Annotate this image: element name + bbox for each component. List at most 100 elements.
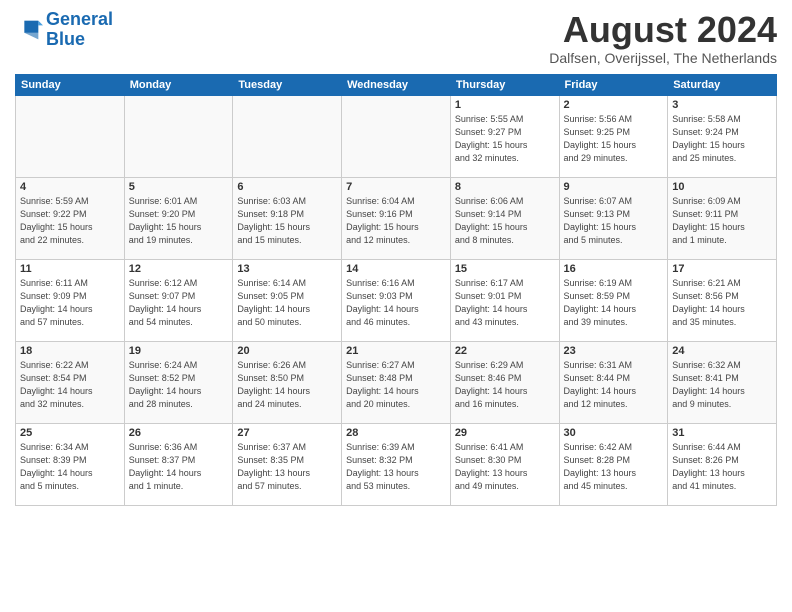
day-number: 6 [237, 181, 337, 193]
day-info: Sunrise: 5:58 AM Sunset: 9:24 PM Dayligh… [672, 113, 772, 165]
logo: General Blue [15, 10, 113, 50]
day-info: Sunrise: 6:19 AM Sunset: 8:59 PM Dayligh… [564, 277, 664, 329]
day-number: 19 [129, 345, 229, 357]
calendar-cell: 27Sunrise: 6:37 AM Sunset: 8:35 PM Dayli… [233, 423, 342, 505]
day-info: Sunrise: 6:22 AM Sunset: 8:54 PM Dayligh… [20, 359, 120, 411]
day-number: 3 [672, 99, 772, 111]
calendar-week-1: 1Sunrise: 5:55 AM Sunset: 9:27 PM Daylig… [16, 95, 777, 177]
calendar-cell: 19 Sunrise: 6:24 AM Sunset: 8:52 PM Dayli… [124, 341, 233, 423]
day-number: 5 [129, 181, 229, 193]
logo-blue: Blue [46, 29, 85, 49]
day-number: 23 [564, 345, 664, 357]
calendar-cell: 15 Sunrise: 6:17 AM Sunset: 9:01 PM Dayli… [450, 259, 559, 341]
page: General Blue August 2024 Dalfsen, Overij… [0, 0, 792, 612]
day-info: Sunrise: 5:55 AM Sunset: 9:27 PM Dayligh… [455, 113, 555, 165]
day-number: 11 [20, 263, 120, 275]
day-info: Sunrise: 5:56 AM Sunset: 9:25 PM Dayligh… [564, 113, 664, 165]
day-number: 12 [129, 263, 229, 275]
calendar-cell: 9 Sunrise: 6:07 AM Sunset: 9:13 PM Daylig… [559, 177, 668, 259]
calendar-cell: 22Sunrise: 6:29 AM Sunset: 8:46 PM Dayli… [450, 341, 559, 423]
calendar-cell: 29 Sunrise: 6:41 AM Sunset: 8:30 PM Dayli… [450, 423, 559, 505]
calendar-week-4: 18Sunrise: 6:22 AM Sunset: 8:54 PM Dayli… [16, 341, 777, 423]
calendar-cell: 10 Sunrise: 6:09 AM Sunset: 9:11 PM Dayli… [668, 177, 777, 259]
calendar-cell: 2 Sunrise: 5:56 AM Sunset: 9:25 PM Daylig… [559, 95, 668, 177]
day-info: Sunrise: 6:03 AM Sunset: 9:18 PM Dayligh… [237, 195, 337, 247]
day-info: Sunrise: 6:41 AM Sunset: 8:30 PM Dayligh… [455, 441, 555, 493]
day-info: Sunrise: 6:39 AM Sunset: 8:32 PM Dayligh… [346, 441, 446, 493]
day-info: Sunrise: 6:21 AM Sunset: 8:56 PM Dayligh… [672, 277, 772, 329]
calendar-cell [233, 95, 342, 177]
day-number: 31 [672, 427, 772, 439]
calendar-cell: 6 Sunrise: 6:03 AM Sunset: 9:18 PM Daylig… [233, 177, 342, 259]
day-info: Sunrise: 6:16 AM Sunset: 9:03 PM Dayligh… [346, 277, 446, 329]
header-day-saturday: Saturday [668, 74, 777, 95]
calendar-cell: 26Sunrise: 6:36 AM Sunset: 8:37 PM Dayli… [124, 423, 233, 505]
calendar-cell [342, 95, 451, 177]
calendar-cell: 30Sunrise: 6:42 AM Sunset: 8:28 PM Dayli… [559, 423, 668, 505]
day-info: Sunrise: 5:59 AM Sunset: 9:22 PM Dayligh… [20, 195, 120, 247]
calendar-cell: 28 Sunrise: 6:39 AM Sunset: 8:32 PM Dayli… [342, 423, 451, 505]
calendar-cell: 7 Sunrise: 6:04 AM Sunset: 9:16 PM Daylig… [342, 177, 451, 259]
day-info: Sunrise: 6:12 AM Sunset: 9:07 PM Dayligh… [129, 277, 229, 329]
calendar-cell: 8Sunrise: 6:06 AM Sunset: 9:14 PM Daylig… [450, 177, 559, 259]
logo-general: General [46, 9, 113, 29]
day-info: Sunrise: 6:01 AM Sunset: 9:20 PM Dayligh… [129, 195, 229, 247]
calendar-cell: 14 Sunrise: 6:16 AM Sunset: 9:03 PM Dayli… [342, 259, 451, 341]
day-number: 17 [672, 263, 772, 275]
calendar-cell: 21 Sunrise: 6:27 AM Sunset: 8:48 PM Dayli… [342, 341, 451, 423]
calendar-header-row: SundayMondayTuesdayWednesdayThursdayFrid… [16, 74, 777, 95]
day-number: 22 [455, 345, 555, 357]
day-number: 27 [237, 427, 337, 439]
calendar-cell: 25Sunrise: 6:34 AM Sunset: 8:39 PM Dayli… [16, 423, 125, 505]
day-number: 24 [672, 345, 772, 357]
calendar-week-5: 25Sunrise: 6:34 AM Sunset: 8:39 PM Dayli… [16, 423, 777, 505]
day-info: Sunrise: 6:09 AM Sunset: 9:11 PM Dayligh… [672, 195, 772, 247]
calendar-cell: 13 Sunrise: 6:14 AM Sunset: 9:05 PM Dayli… [233, 259, 342, 341]
day-info: Sunrise: 6:34 AM Sunset: 8:39 PM Dayligh… [20, 441, 120, 493]
calendar-cell: 1Sunrise: 5:55 AM Sunset: 9:27 PM Daylig… [450, 95, 559, 177]
calendar-cell: 12 Sunrise: 6:12 AM Sunset: 9:07 PM Dayli… [124, 259, 233, 341]
header-day-monday: Monday [124, 74, 233, 95]
day-info: Sunrise: 6:11 AM Sunset: 9:09 PM Dayligh… [20, 277, 120, 329]
calendar-cell: 17 Sunrise: 6:21 AM Sunset: 8:56 PM Dayli… [668, 259, 777, 341]
day-number: 21 [346, 345, 446, 357]
title-block: August 2024 Dalfsen, Overijssel, The Net… [549, 10, 777, 66]
day-number: 16 [564, 263, 664, 275]
day-number: 7 [346, 181, 446, 193]
day-info: Sunrise: 6:26 AM Sunset: 8:50 PM Dayligh… [237, 359, 337, 411]
day-number: 10 [672, 181, 772, 193]
day-number: 2 [564, 99, 664, 111]
header-day-friday: Friday [559, 74, 668, 95]
calendar: SundayMondayTuesdayWednesdayThursdayFrid… [15, 74, 777, 506]
day-info: Sunrise: 6:04 AM Sunset: 9:16 PM Dayligh… [346, 195, 446, 247]
calendar-cell [124, 95, 233, 177]
day-number: 9 [564, 181, 664, 193]
calendar-week-2: 4Sunrise: 5:59 AM Sunset: 9:22 PM Daylig… [16, 177, 777, 259]
day-info: Sunrise: 6:31 AM Sunset: 8:44 PM Dayligh… [564, 359, 664, 411]
day-info: Sunrise: 6:24 AM Sunset: 8:52 PM Dayligh… [129, 359, 229, 411]
calendar-cell: 31 Sunrise: 6:44 AM Sunset: 8:26 PM Dayli… [668, 423, 777, 505]
logo-text: General Blue [46, 10, 113, 50]
day-info: Sunrise: 6:44 AM Sunset: 8:26 PM Dayligh… [672, 441, 772, 493]
day-number: 15 [455, 263, 555, 275]
month-title: August 2024 [549, 10, 777, 50]
day-info: Sunrise: 6:36 AM Sunset: 8:37 PM Dayligh… [129, 441, 229, 493]
calendar-cell: 11 Sunrise: 6:11 AM Sunset: 9:09 PM Dayli… [16, 259, 125, 341]
day-number: 13 [237, 263, 337, 275]
day-info: Sunrise: 6:42 AM Sunset: 8:28 PM Dayligh… [564, 441, 664, 493]
day-number: 29 [455, 427, 555, 439]
header-day-thursday: Thursday [450, 74, 559, 95]
day-info: Sunrise: 6:27 AM Sunset: 8:48 PM Dayligh… [346, 359, 446, 411]
day-info: Sunrise: 6:06 AM Sunset: 9:14 PM Dayligh… [455, 195, 555, 247]
day-info: Sunrise: 6:07 AM Sunset: 9:13 PM Dayligh… [564, 195, 664, 247]
header-day-sunday: Sunday [16, 74, 125, 95]
day-info: Sunrise: 6:17 AM Sunset: 9:01 PM Dayligh… [455, 277, 555, 329]
day-number: 28 [346, 427, 446, 439]
day-info: Sunrise: 6:14 AM Sunset: 9:05 PM Dayligh… [237, 277, 337, 329]
calendar-cell: 4Sunrise: 5:59 AM Sunset: 9:22 PM Daylig… [16, 177, 125, 259]
calendar-cell: 5 Sunrise: 6:01 AM Sunset: 9:20 PM Daylig… [124, 177, 233, 259]
day-number: 14 [346, 263, 446, 275]
calendar-cell [16, 95, 125, 177]
calendar-cell: 24Sunrise: 6:32 AM Sunset: 8:41 PM Dayli… [668, 341, 777, 423]
header-day-tuesday: Tuesday [233, 74, 342, 95]
